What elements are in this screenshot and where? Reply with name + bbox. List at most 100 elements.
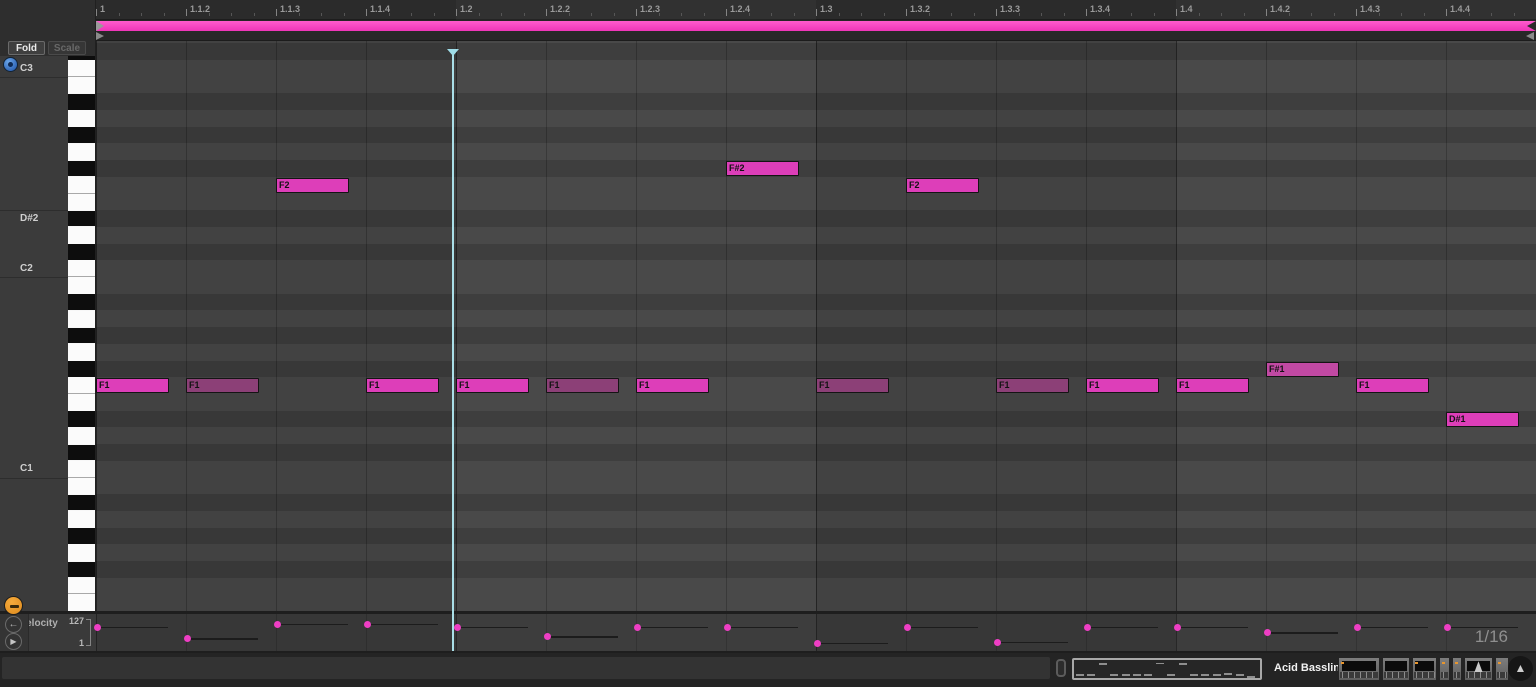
velocity-marker[interactable] <box>183 635 191 643</box>
ruler-tick <box>636 9 637 16</box>
midi-note[interactable]: F1 <box>456 378 529 394</box>
midi-note[interactable]: F1 <box>546 378 619 394</box>
device-thumbnail[interactable] <box>1382 657 1410 681</box>
velocity-marker[interactable] <box>1353 623 1361 631</box>
note-grid[interactable]: F1 F1 F2 F1 F1 F1 F1 F#2 F1 F2 F1 F1 F1 F#1 F1 D#1 <box>96 41 1536 611</box>
timeline-ruler[interactable]: 1 1.1.2 1.1.3 1.1.4 1.2 1.2.2 1.2.3 1.2.4 1.3 1.3… <box>0 0 1536 20</box>
piano-key-white[interactable] <box>68 594 95 611</box>
piano-key-white[interactable] <box>68 193 95 211</box>
piano-key-black[interactable] <box>68 444 95 461</box>
start-marker-icon[interactable] <box>96 32 104 40</box>
device-thumbnail[interactable] <box>1464 657 1493 681</box>
piano-keyboard[interactable] <box>68 56 96 611</box>
playhead-marker-icon[interactable] <box>447 49 459 56</box>
fold-button[interactable]: Fold <box>8 41 45 55</box>
loop-end-notch-icon[interactable] <box>1527 21 1536 31</box>
piano-key-black[interactable] <box>68 160 95 177</box>
velocity-marker[interactable] <box>813 639 821 647</box>
piano-key-black[interactable] <box>68 327 95 344</box>
piano-key-black[interactable] <box>68 210 95 227</box>
velocity-marker[interactable] <box>1263 629 1271 637</box>
loop-bar[interactable] <box>96 21 1536 31</box>
velocity-marker[interactable] <box>723 623 731 631</box>
velocity-marker[interactable] <box>1083 623 1091 631</box>
end-marker-icon[interactable] <box>1526 32 1534 40</box>
velocity-marker[interactable] <box>363 620 371 628</box>
velocity-marker[interactable] <box>633 623 641 631</box>
midi-note[interactable]: F2 <box>906 177 979 193</box>
piano-key-white[interactable] <box>68 544 95 561</box>
velocity-marker[interactable] <box>993 638 1001 646</box>
device-thumbnail[interactable] <box>1412 657 1437 681</box>
velocity-marker[interactable] <box>93 623 101 631</box>
piano-key-white[interactable] <box>68 343 95 361</box>
velocity-lane[interactable] <box>93 614 1536 651</box>
piano-key-white[interactable] <box>68 477 95 495</box>
preview-headphone-icon[interactable] <box>3 57 18 72</box>
detail-view-toggle-button[interactable]: ▲ <box>1508 656 1533 681</box>
velocity-marker[interactable] <box>903 623 911 631</box>
lane-back-button[interactable]: ← <box>5 616 22 633</box>
piano-key-black[interactable] <box>68 244 95 260</box>
piano-key-white[interactable] <box>68 460 95 478</box>
piano-key-black[interactable] <box>68 528 95 544</box>
midi-note[interactable]: F1 <box>1176 378 1249 394</box>
fold-lane-button[interactable] <box>4 596 23 615</box>
midi-note[interactable]: F1 <box>186 378 259 394</box>
ruler-minor-tick <box>231 13 232 16</box>
scroll-marker-strip[interactable] <box>0 31 1536 41</box>
midi-note[interactable]: F#2 <box>726 161 799 177</box>
ruler-minor-tick <box>321 13 322 16</box>
scale-button[interactable]: Scale <box>48 41 86 55</box>
piano-key-white[interactable] <box>68 394 95 411</box>
piano-key-white[interactable] <box>68 310 95 328</box>
midi-note[interactable]: F1 <box>636 378 709 394</box>
midi-note[interactable]: F#1 <box>1266 361 1339 377</box>
midi-note[interactable]: F1 <box>366 378 439 394</box>
piano-key-white[interactable] <box>68 260 95 278</box>
midi-note[interactable]: F1 <box>816 378 889 394</box>
piano-key-black[interactable] <box>68 93 95 110</box>
ruler-tick <box>1446 9 1447 16</box>
midi-note[interactable]: F1 <box>1356 378 1429 394</box>
piano-key-white[interactable] <box>68 577 95 595</box>
piano-key-black[interactable] <box>68 411 95 427</box>
ruler-minor-tick <box>1424 13 1425 16</box>
ruler-minor-tick <box>141 13 142 16</box>
piano-key-white[interactable] <box>68 110 95 127</box>
piano-key-white[interactable] <box>68 60 95 77</box>
device-thumbnail[interactable] <box>1439 657 1450 681</box>
clip-overview[interactable] <box>1072 658 1262 680</box>
midi-note[interactable]: D#1 <box>1446 411 1519 427</box>
piano-key-black[interactable] <box>68 56 95 60</box>
piano-key-white[interactable] <box>68 427 95 445</box>
clip-name[interactable]: Acid Bassline <box>1274 662 1346 674</box>
velocity-marker[interactable] <box>543 633 551 641</box>
midi-note[interactable]: F2 <box>276 177 349 193</box>
piano-key-white[interactable] <box>68 377 95 394</box>
piano-key-white[interactable] <box>68 277 95 294</box>
lane-play-button[interactable]: ▶ <box>5 633 22 650</box>
piano-key-white[interactable] <box>68 227 95 244</box>
midi-note[interactable]: F1 <box>96 378 169 394</box>
piano-key-black[interactable] <box>68 294 95 310</box>
piano-key-white[interactable] <box>68 143 95 161</box>
piano-key-black[interactable] <box>68 127 95 143</box>
grid-size-label[interactable]: 1/16 <box>1432 627 1508 647</box>
piano-key-black[interactable] <box>68 561 95 578</box>
velocity-marker[interactable] <box>453 623 461 631</box>
device-thumbnail[interactable] <box>1452 657 1462 681</box>
midi-note[interactable]: F1 <box>996 378 1069 394</box>
midi-note[interactable]: F1 <box>1086 378 1159 394</box>
device-thumbnail[interactable] <box>1495 657 1509 681</box>
piano-key-white[interactable] <box>68 510 95 528</box>
velocity-marker[interactable] <box>273 620 281 628</box>
piano-key-white[interactable] <box>68 176 95 194</box>
velocity-grid-line <box>906 614 907 651</box>
piano-key-white[interactable] <box>68 76 95 94</box>
piano-key-black[interactable] <box>68 361 95 377</box>
device-thumbnail[interactable] <box>1338 657 1380 681</box>
piano-key-black[interactable] <box>68 494 95 511</box>
velocity-marker[interactable] <box>1173 623 1181 631</box>
loop-start-marker-icon[interactable] <box>96 21 104 31</box>
